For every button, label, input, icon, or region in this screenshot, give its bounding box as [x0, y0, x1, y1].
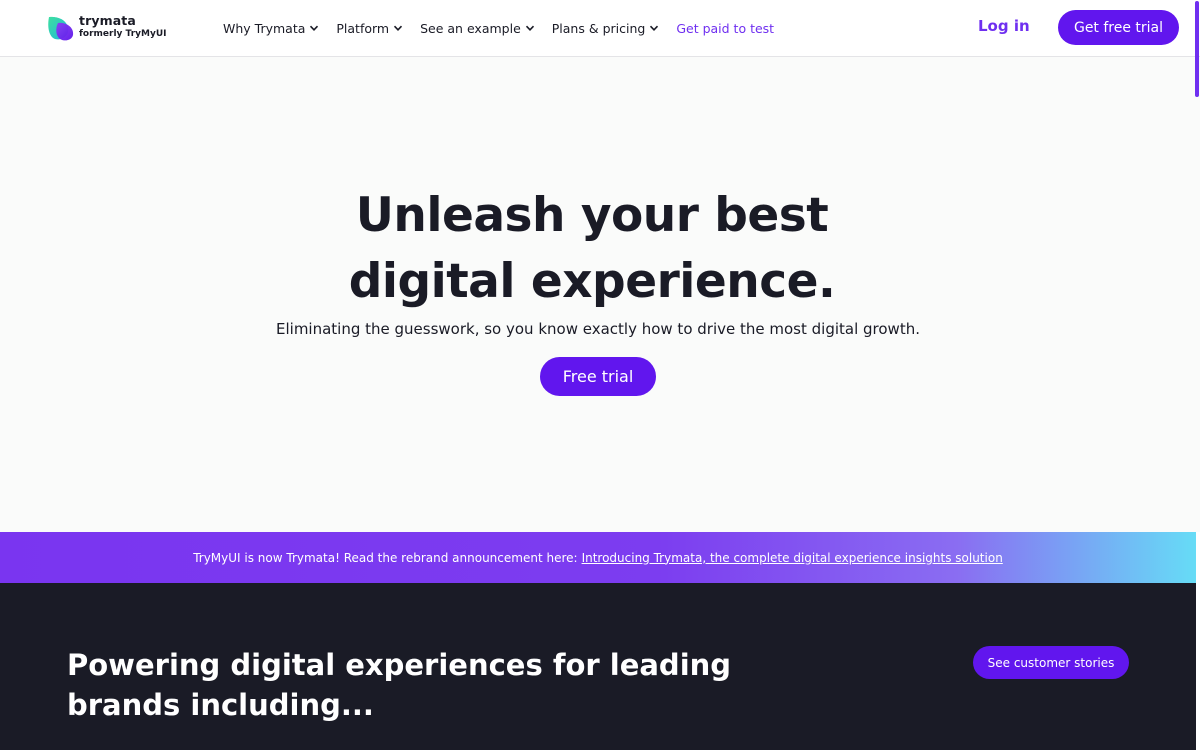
rebrand-banner: TryMyUI is now Trymata! Read the rebrand…	[0, 532, 1196, 583]
hero-subtitle: Eliminating the guesswork, so you know e…	[276, 320, 920, 338]
chevron-down-icon	[394, 25, 403, 31]
login-link[interactable]: Log in	[978, 17, 1030, 35]
nav-see-an-example[interactable]: See an example	[420, 21, 535, 36]
nav-get-paid-to-test[interactable]: Get paid to test	[676, 21, 774, 36]
banner-announcement-link[interactable]: Introducing Trymata, the complete digita…	[582, 551, 1003, 565]
site-header: trymata formerly TryMyUI Why Trymata Pla…	[0, 0, 1200, 57]
nav-label: See an example	[420, 20, 521, 36]
chevron-down-icon	[525, 25, 534, 31]
brands-title: Powering digital experiences for leading…	[67, 648, 732, 722]
page-scrollbar[interactable]	[1194, 0, 1200, 100]
see-customer-stories-button[interactable]: See customer stories	[973, 646, 1129, 679]
hero-title: Unleash your best digital experience.	[300, 183, 884, 315]
banner-text: TryMyUI is now Trymata! Read the rebrand…	[193, 550, 578, 565]
nav-why-trymata[interactable]: Why Trymata	[223, 21, 319, 36]
nav-label: Why Trymata	[223, 20, 306, 36]
free-trial-button[interactable]: Free trial	[540, 357, 656, 396]
get-free-trial-button[interactable]: Get free trial	[1058, 10, 1179, 45]
logo-name: trymata	[79, 13, 136, 28]
nav-plans-pricing[interactable]: Plans & pricing	[552, 21, 660, 36]
nav-platform[interactable]: Platform	[336, 21, 403, 36]
logo-link[interactable]: trymata formerly TryMyUI	[46, 13, 166, 43]
main-nav: Why Trymata Platform See an example Plan…	[223, 0, 774, 56]
nav-label: Platform	[336, 20, 390, 36]
leaf-logo-icon	[48, 16, 74, 41]
scrollbar-thumb[interactable]	[1195, 1, 1199, 97]
nav-label: Get paid to test	[676, 20, 775, 36]
page-edge	[1196, 532, 1200, 750]
logo-subtitle: formerly TryMyUI	[79, 29, 167, 39]
hero-title-line-1: Unleash your best	[355, 188, 829, 243]
brands-section: Powering digital experiences for leading…	[0, 583, 1196, 750]
chevron-down-icon	[310, 25, 319, 31]
hero-title-line-2: digital experience.	[348, 254, 836, 309]
nav-label: Plans & pricing	[551, 20, 646, 36]
chevron-down-icon	[650, 25, 659, 31]
